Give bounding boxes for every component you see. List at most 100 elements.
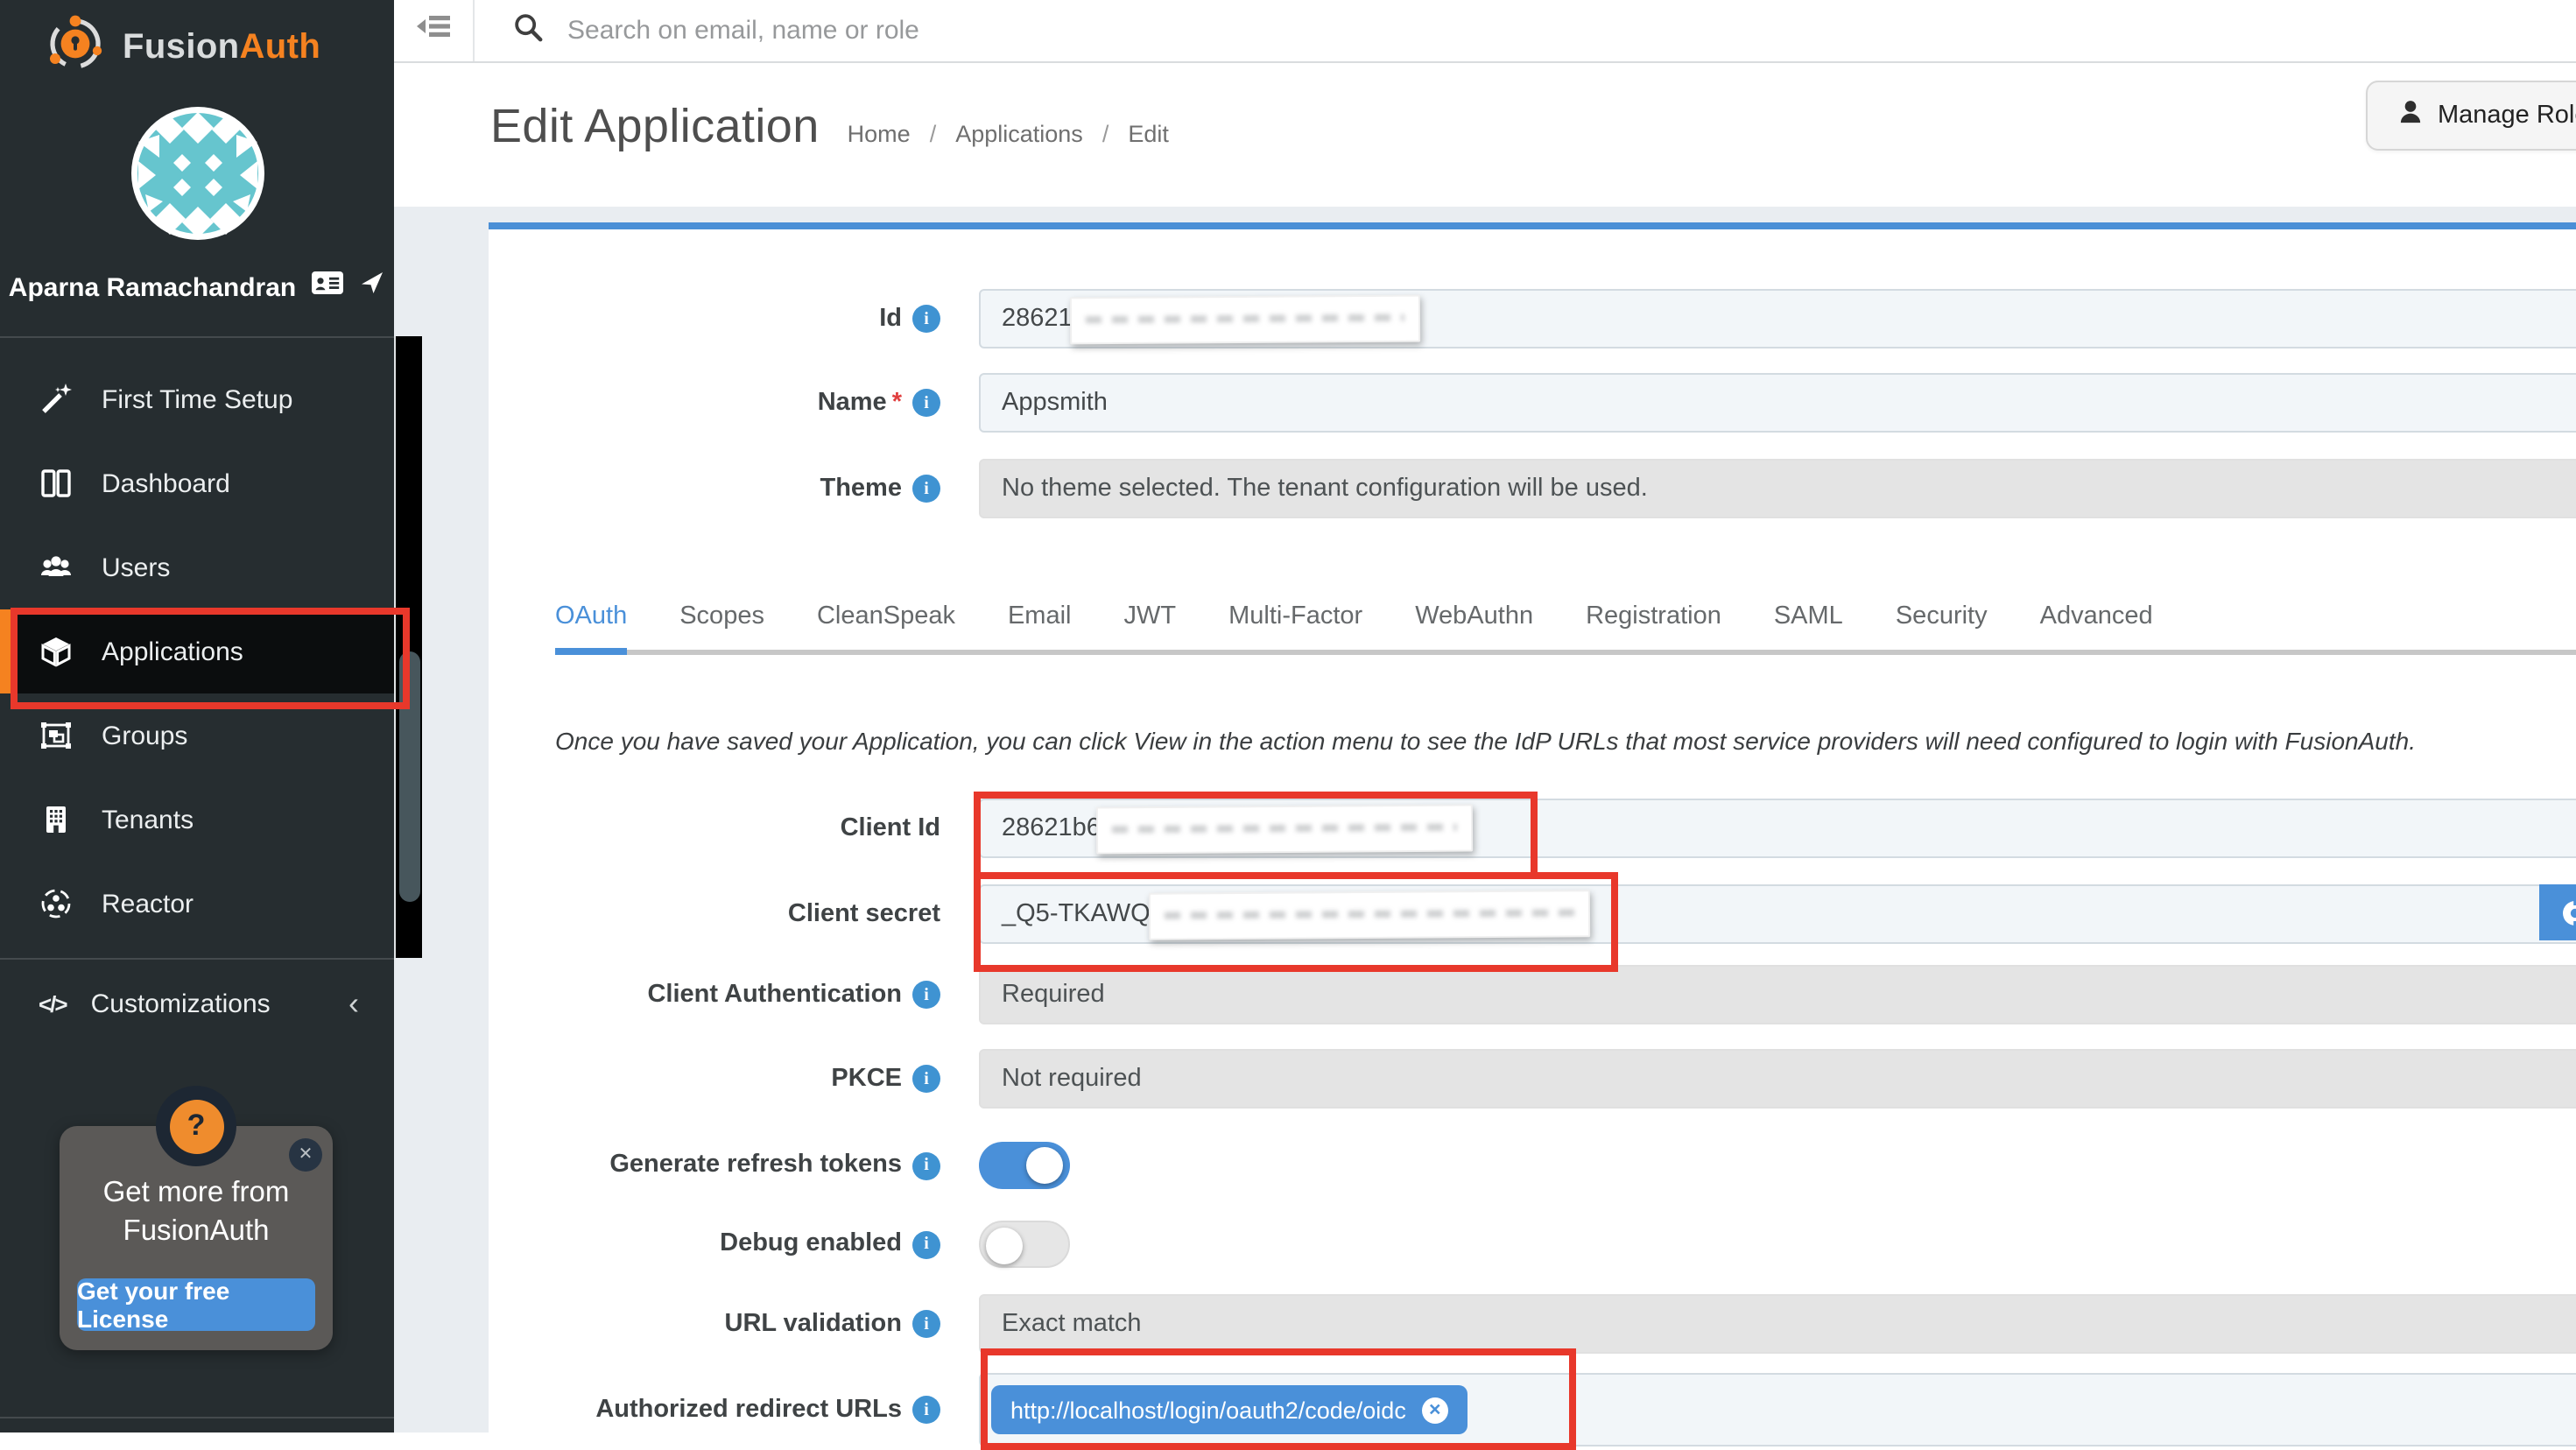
outdent-icon [414, 11, 453, 51]
field-row-id: Idi 28621b [555, 289, 2576, 348]
debug-enabled-label: Debug enabled [720, 1229, 902, 1259]
sidebar-item-label: Applications [102, 637, 243, 666]
search-input[interactable] [564, 14, 1657, 47]
tab-scopes[interactable]: Scopes [679, 602, 764, 655]
client-secret-field[interactable]: _Q5-TKAWQSz7s [979, 884, 2576, 944]
chevron-left-icon[interactable]: ‹ [348, 985, 359, 1022]
sidebar-item-dashboard[interactable]: Dashboard [0, 441, 394, 525]
info-icon[interactable]: i [912, 305, 940, 333]
breadcrumb-home[interactable]: Home [848, 121, 911, 147]
page-header: Edit Application Home / Applications / E… [394, 61, 2576, 207]
tab-email[interactable]: Email [1008, 602, 1072, 655]
name-value: Appsmith [1002, 389, 1108, 417]
collapse-menu-button[interactable] [394, 0, 475, 61]
promo-card: ? ✕ Get more from FusionAuth Get your fr… [60, 1126, 333, 1350]
breadcrumb-separator: / [1102, 121, 1109, 147]
tab-jwt[interactable]: JWT [1124, 602, 1177, 655]
sidebar-item-users[interactable]: Users [0, 525, 394, 609]
info-icon[interactable]: i [912, 1310, 940, 1338]
breadcrumb-edit: Edit [1128, 121, 1169, 147]
manage-roles-button[interactable]: Manage Roles [2366, 81, 2576, 151]
code-icon: </> [39, 990, 67, 1017]
sidebar-item-label: Customizations [91, 989, 271, 1018]
oauth-note: Once you have saved your Application, yo… [555, 725, 2576, 757]
cube-icon [39, 634, 74, 669]
client-authentication-select[interactable]: Required [979, 965, 2576, 1024]
dashboard-icon [39, 466, 74, 501]
tab-multi-factor[interactable]: Multi-Factor [1228, 602, 1362, 655]
redaction-overlay [1096, 804, 1473, 854]
info-icon[interactable]: i [912, 981, 940, 1009]
info-icon[interactable]: i [912, 1230, 940, 1258]
sidebar-item-first-time-setup[interactable]: First Time Setup [0, 357, 394, 441]
authorized-redirect-urls-input[interactable]: http://localhost/login/oauth2/code/oidc … [979, 1373, 2576, 1446]
tab-cleanspeak[interactable]: CleanSpeak [817, 602, 955, 655]
theme-label: Theme [820, 474, 903, 503]
help-badge-icon: ? [156, 1086, 236, 1166]
contact-card-icon[interactable] [312, 271, 343, 304]
get-free-license-button[interactable]: Get your free License [77, 1278, 315, 1331]
info-icon[interactable]: i [912, 1151, 940, 1179]
view-secret-button[interactable] [2539, 884, 2576, 940]
sidebar-item-applications[interactable]: Applications [0, 609, 394, 693]
info-icon[interactable]: i [912, 389, 940, 417]
sidebar-item-tenants[interactable]: Tenants [0, 778, 394, 862]
tab-advanced[interactable]: Advanced [2040, 602, 2153, 655]
info-icon[interactable]: i [912, 1065, 940, 1093]
sidebar-item-groups[interactable]: Groups [0, 693, 394, 778]
fusionauth-admin-screen: FusionAuth [0, 0, 2576, 1432]
pkce-select[interactable]: Not required [979, 1049, 2576, 1109]
breadcrumb-applications[interactable]: Applications [955, 121, 1083, 147]
promo-title: Get more from FusionAuth [60, 1173, 333, 1250]
pkce-value: Not required [1002, 1065, 1142, 1093]
settings-tabs: OAuth Scopes CleanSpeak Email JWT Multi-… [555, 602, 2576, 655]
client-id-field[interactable]: 28621b6f- [979, 799, 2576, 858]
generate-refresh-tokens-label: Generate refresh tokens [609, 1151, 902, 1180]
sidebar-item-reactor[interactable]: Reactor [0, 862, 394, 946]
sidebar-scrollbar-thumb[interactable] [399, 651, 420, 902]
tab-oauth[interactable]: OAuth [555, 602, 627, 655]
tab-saml[interactable]: SAML [1774, 602, 1843, 655]
redirect-url-chip: http://localhost/login/oauth2/code/oidc … [991, 1385, 1467, 1434]
name-field[interactable]: Appsmith [979, 373, 2576, 433]
top-bar [394, 0, 2576, 63]
info-icon[interactable]: i [912, 475, 940, 503]
redirect-url-chip-label: http://localhost/login/oauth2/code/oidc [1010, 1397, 1406, 1423]
object-group-icon [39, 718, 74, 753]
id-field[interactable]: 28621b [979, 289, 2576, 348]
fusionauth-logo[interactable]: FusionAuth [0, 0, 394, 82]
field-row-debug-enabled: Debug enabled i [555, 1221, 2576, 1268]
tab-webauthn[interactable]: WebAuthn [1415, 602, 1533, 655]
manage-roles-label: Manage Roles [2438, 102, 2576, 130]
sidebar-nav: First Time Setup Dashboard [0, 357, 394, 946]
tab-registration[interactable]: Registration [1586, 602, 1721, 655]
promo-close-icon[interactable]: ✕ [289, 1138, 322, 1172]
sidebar-scrollbar-track [394, 336, 422, 958]
breadcrumb: Home / Applications / Edit [848, 121, 1169, 147]
switch-user-icon[interactable] [359, 270, 385, 305]
field-row-client-id: Client Id 28621b6f- [555, 799, 2576, 858]
sidebar-divider [0, 336, 394, 338]
field-row-theme: Themei No theme selected. The tenant con… [555, 459, 2576, 518]
generate-refresh-tokens-toggle[interactable] [979, 1142, 1070, 1189]
url-validation-select[interactable]: Exact match [979, 1294, 2576, 1354]
url-validation-label: URL validation [725, 1309, 903, 1339]
theme-select[interactable]: No theme selected. The tenant configurat… [979, 459, 2576, 518]
fusionauth-logo-icon [46, 14, 105, 82]
chip-remove-icon[interactable]: ✕ [1422, 1397, 1448, 1423]
sidebar-item-label: Reactor [102, 889, 194, 919]
building-icon [39, 802, 74, 837]
page-title: Edit Application [490, 100, 820, 154]
sidebar-item-label: Users [102, 553, 170, 582]
info-icon[interactable]: i [912, 1396, 940, 1424]
tab-security[interactable]: Security [1896, 602, 1988, 655]
debug-enabled-toggle[interactable] [979, 1221, 1070, 1268]
client-authentication-value: Required [1002, 981, 1105, 1009]
field-row-client-secret: Client secret _Q5-TKAWQSz7s [555, 884, 2576, 944]
field-row-pkce: PKCEi Not required [555, 1049, 2576, 1109]
sidebar-item-customizations[interactable]: </> Customizations ‹ [0, 965, 394, 1042]
toggle-knob [1026, 1147, 1063, 1184]
search-icon [513, 11, 543, 50]
sidebar-divider [0, 1417, 394, 1418]
theme-value: No theme selected. The tenant configurat… [1002, 475, 1648, 503]
